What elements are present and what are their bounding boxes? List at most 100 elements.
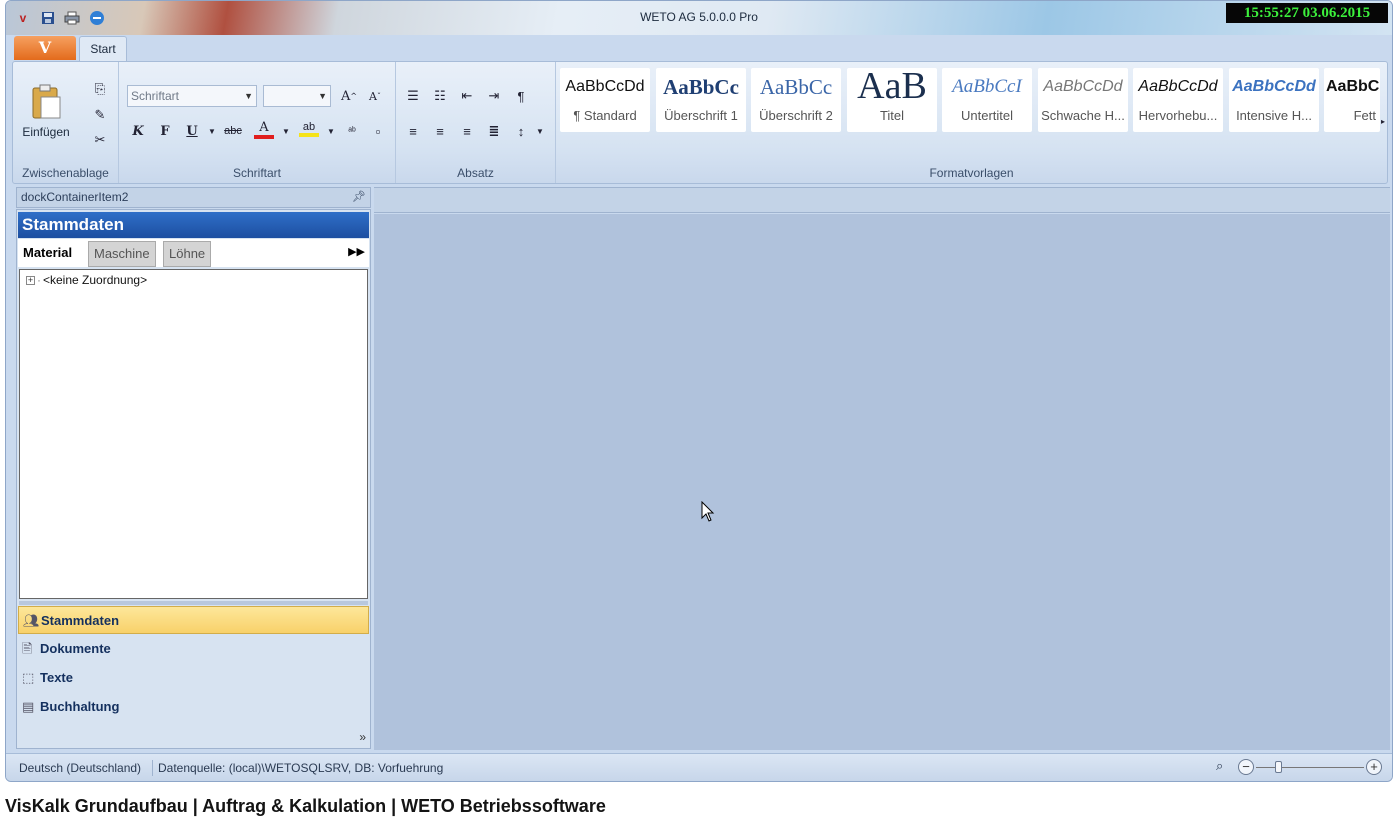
tab-start[interactable]: Start	[79, 36, 127, 62]
style-heading-2[interactable]: AaBbCc Überschrift 2	[751, 68, 841, 132]
nav-item-label: Buchhaltung	[40, 699, 120, 714]
nav-item-label: Dokumente	[40, 641, 111, 656]
video-caption: VisKalk Grundaufbau | Auftrag & Kalkulat…	[5, 796, 606, 816]
clear-format-icon[interactable]: ▫	[367, 120, 389, 142]
cut-icon[interactable]: ✂	[89, 129, 111, 151]
increase-indent-icon[interactable]: ⇥	[483, 85, 505, 107]
strikethrough-icon[interactable]: abc	[222, 120, 244, 142]
tab-loehne[interactable]: Löhne	[163, 241, 212, 267]
nav-item-dokumente[interactable]: 🖹︎ Dokumente	[18, 635, 369, 663]
nav-item-stammdaten[interactable]: 👥︎ Stammdaten	[18, 606, 369, 634]
chevron-down-icon[interactable]: ▼	[275, 120, 297, 142]
style-name: Fett	[1353, 108, 1376, 123]
align-center-icon[interactable]: ≡	[429, 120, 451, 142]
italic-icon[interactable]: K	[127, 120, 149, 142]
status-language: Deutsch (Deutschland)	[19, 761, 142, 775]
pin-icon[interactable]: 📌︎	[352, 188, 366, 207]
justify-icon[interactable]: ≣	[483, 120, 505, 142]
align-right-icon[interactable]: ≡	[456, 120, 478, 142]
gallery-more-icon[interactable]: ▸	[1378, 110, 1388, 132]
chevron-down-icon[interactable]: ▼	[529, 120, 551, 142]
bullet-list-icon[interactable]: ☰	[402, 85, 424, 107]
nav-pane-title: Stammdaten	[18, 212, 369, 238]
style-sample: AaBbCcDd	[565, 78, 645, 95]
style-name: Schwache H...	[1041, 108, 1125, 123]
zoom-control: ⌕ − +	[1214, 758, 1384, 778]
align-left-icon[interactable]: ≡	[402, 120, 424, 142]
shrink-font-icon[interactable]: Aˇ	[364, 85, 386, 107]
nav-item-texte[interactable]: ⬚ Texte	[18, 664, 369, 692]
zoom-out-button[interactable]: −	[1238, 759, 1254, 775]
nav-splitter[interactable]	[19, 601, 368, 605]
style-name: Untertitel	[960, 108, 1014, 123]
font-color-icon[interactable]: A	[253, 118, 275, 140]
zoom-fit-icon[interactable]: ⌕	[1216, 758, 1223, 774]
paste-icon	[32, 84, 61, 119]
style-subtle-emphasis[interactable]: AaBbCcDd Schwache H...	[1038, 68, 1128, 132]
highlight-icon[interactable]: ab	[298, 118, 320, 140]
tab-scroll-right-icon[interactable]: ▶▶	[348, 245, 365, 258]
window-title: WETO AG 5.0.0.0 Pro	[640, 10, 758, 24]
style-sample: AaBbCcI	[952, 76, 1022, 97]
copy-icon[interactable]: ⎘	[89, 78, 111, 100]
group-font: Schriftart ▼ ▼ A ^ Aˇ K F U ▼ abc A ▼ ab …	[119, 62, 396, 183]
paste-label: Einfügen	[22, 125, 70, 139]
app-window: ᴠ WETO AG 5.0.0.0 Pro 15:55:27 03.06.201…	[5, 0, 1393, 782]
format-painter-icon[interactable]: ✎	[89, 104, 111, 126]
users-icon: 👥︎	[23, 613, 40, 628]
chevron-down-icon: ▼	[244, 91, 253, 101]
status-bar: Deutsch (Deutschland) Datenquelle: (loca…	[6, 753, 1392, 781]
style-emphasis[interactable]: AaBbCcDd Hervorhebu...	[1133, 68, 1223, 132]
style-sample: AaBbCc	[663, 75, 739, 99]
styles-group-label: Formatvorlagen	[929, 166, 1014, 180]
style-title[interactable]: AaB Titel	[847, 68, 937, 132]
accounting-icon: ▤	[22, 699, 35, 714]
style-intense-emphasis[interactable]: AaBbCcDd Intensive H...	[1229, 68, 1319, 132]
dock-header: dockContainerItem2 📌︎	[16, 187, 371, 208]
bold-icon[interactable]: F	[154, 120, 176, 142]
ribbon: Einfügen ⎘ ✎ ✂ Zwischenablage Schriftart…	[12, 61, 1388, 184]
tree-node[interactable]: + · <keine Zuordnung>	[26, 273, 147, 287]
style-sample: AaBbC	[1326, 78, 1380, 95]
nav-more-icon[interactable]: »	[359, 730, 366, 744]
documents-icon: 🖹︎	[22, 641, 33, 656]
document-tab-strip	[374, 187, 1390, 213]
font-family-select[interactable]: Schriftart ▼	[127, 85, 257, 107]
nav-item-buchhaltung[interactable]: ▤ Buchhaltung	[18, 693, 369, 721]
char-style-icon[interactable]: ᵃᵇ	[341, 120, 363, 142]
style-sample: AaB	[857, 68, 927, 104]
style-sample: AaBbCc	[759, 75, 833, 99]
style-name: Titel	[879, 108, 905, 123]
material-tree[interactable]: + · <keine Zuordnung>	[19, 269, 368, 599]
style-sample: AaBbCcDd	[1043, 78, 1123, 95]
chevron-down-icon: ▼	[318, 91, 327, 101]
zoom-track[interactable]	[1256, 767, 1364, 768]
application-menu-button[interactable]: V	[14, 36, 76, 60]
style-name: Hervorhebu...	[1138, 108, 1218, 123]
pilcrow-icon[interactable]: ¶	[510, 85, 532, 107]
underline-icon[interactable]: U	[181, 120, 203, 142]
chevron-down-icon[interactable]: ▼	[320, 120, 342, 142]
navigation-pane: Stammdaten Material Maschine Löhne ▶▶ + …	[16, 209, 371, 749]
style-bold[interactable]: AaBbC Fett	[1324, 68, 1380, 132]
font-family-placeholder: Schriftart	[131, 89, 180, 103]
chevron-down-icon[interactable]: ▼	[201, 120, 223, 142]
workspace-area[interactable]	[374, 214, 1390, 750]
tab-material[interactable]: Material	[18, 241, 78, 267]
tab-maschine[interactable]: Maschine	[88, 241, 156, 267]
expand-icon[interactable]: +	[26, 275, 35, 285]
grow-font-icon[interactable]: A ^	[338, 85, 360, 107]
font-size-select[interactable]: ▼	[263, 85, 331, 107]
style-standard[interactable]: AaBbCcDd ¶ Standard	[560, 68, 650, 132]
style-subtitle[interactable]: AaBbCcI Untertitel	[942, 68, 1032, 132]
clock-display: 15:55:27 03.06.2015	[1226, 3, 1388, 23]
paste-button[interactable]: Einfügen	[21, 84, 71, 144]
style-heading-1[interactable]: AaBbCc Überschrift 1	[656, 68, 746, 132]
numbered-list-icon[interactable]: ☷	[429, 85, 451, 107]
zoom-slider-thumb[interactable]	[1274, 761, 1282, 773]
status-datasource: Datenquelle: (local)\WETOSQLSRV, DB: Vor…	[158, 761, 444, 775]
style-name: Intensive H...	[1236, 108, 1312, 123]
clipboard-group-label: Zwischenablage	[22, 166, 109, 180]
decrease-indent-icon[interactable]: ⇤	[456, 85, 478, 107]
zoom-in-button[interactable]: +	[1366, 759, 1382, 775]
